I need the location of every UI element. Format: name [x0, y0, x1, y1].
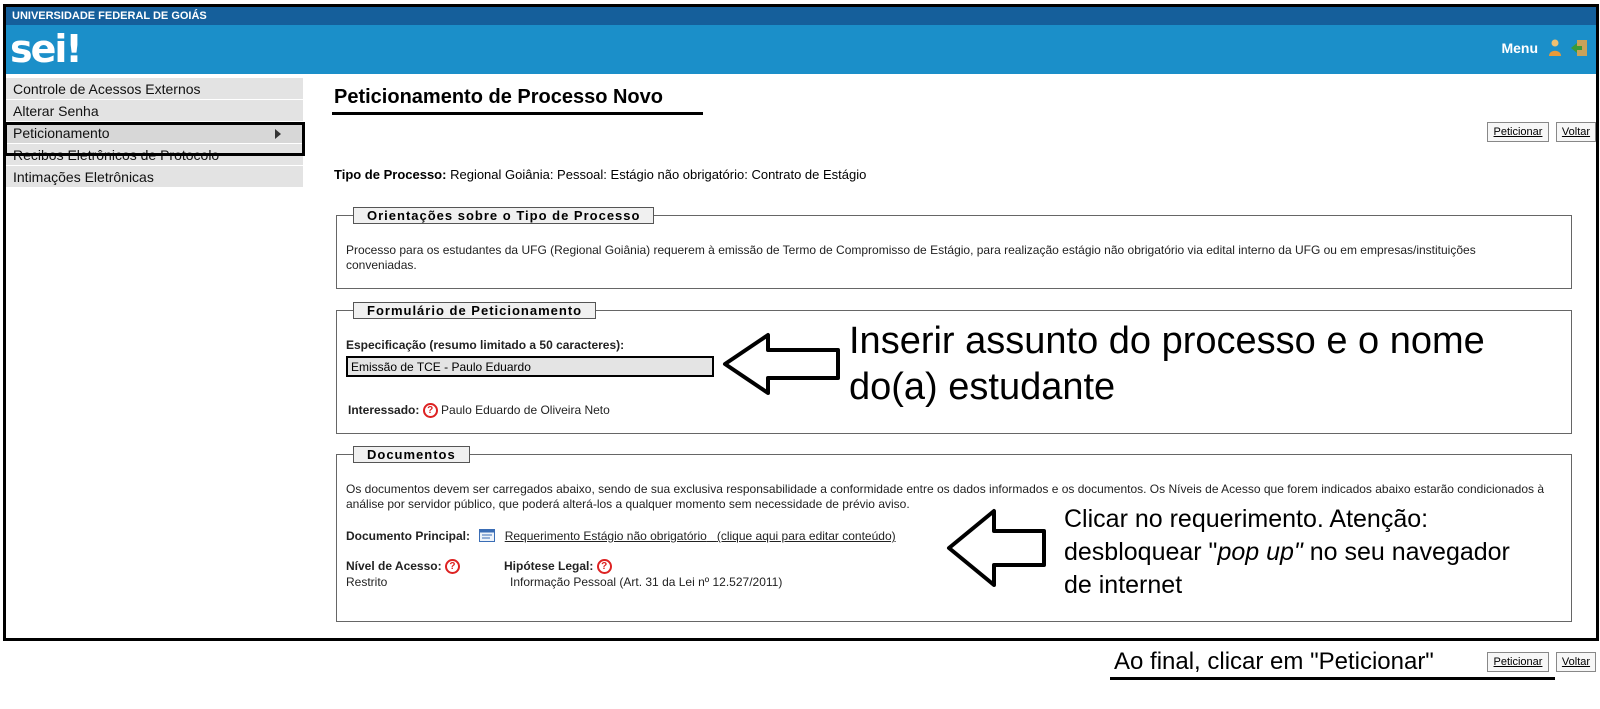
- document-icon: [479, 529, 496, 542]
- voltar-button-bottom[interactable]: Voltar: [1556, 652, 1596, 672]
- hipotese-legal-label-row: Hipótese Legal: ?: [504, 559, 612, 575]
- especificacao-label: Especificação (resumo limitado a 50 cara…: [346, 338, 625, 352]
- hipotese-legal-value: Informação Pessoal (Art. 31 da Lei nº 12…: [510, 575, 783, 589]
- interessado-value: Paulo Eduardo de Oliveira Neto: [441, 403, 610, 417]
- documento-principal-label: Documento Principal:: [346, 529, 471, 543]
- exit-icon[interactable]: [1570, 39, 1588, 57]
- arrow-left-icon: [947, 509, 1046, 587]
- documento-principal-edit-text: (clique aqui para editar conteúdo): [716, 529, 896, 543]
- sidebar-item-alterar-senha[interactable]: Alterar Senha: [6, 100, 303, 122]
- annotation-specification: Inserir assunto do processo e o nome do(…: [849, 320, 1485, 408]
- nivel-acesso-value: Restrito: [346, 575, 388, 589]
- especificacao-input[interactable]: [346, 356, 714, 377]
- interessado-row: Interessado: ? Paulo Eduardo de Oliveira…: [348, 403, 610, 419]
- sidebar-item-label: Intimações Eletrônicas: [13, 169, 154, 185]
- documentos-legend: Documentos: [353, 446, 470, 463]
- sidebar-item-label: Alterar Senha: [13, 103, 99, 119]
- nivel-acesso-label-row: Nível de Acesso: ?: [346, 559, 460, 575]
- user-icon[interactable]: [1548, 39, 1562, 57]
- annotation-underline: [1110, 677, 1555, 680]
- page-title: Peticionamento de Processo Novo: [334, 86, 663, 108]
- sei-logo[interactable]: sei!: [10, 28, 83, 70]
- sidebar-item-controle-acessos[interactable]: Controle de Acessos Externos: [6, 78, 303, 100]
- sidebar-item-label: Controle de Acessos Externos: [13, 81, 201, 97]
- tipo-processo-label: Tipo de Processo:: [334, 167, 447, 182]
- orientacoes-text: Processo para os estudantes da UFG (Regi…: [346, 243, 1476, 272]
- interessado-label: Interessado:: [348, 403, 420, 417]
- annotation-final: Ao final, clicar em "Peticionar": [1114, 648, 1434, 675]
- help-icon[interactable]: ?: [444, 559, 460, 575]
- annotation-document: Clicar no requerimento. Atenção: desbloq…: [1064, 503, 1584, 602]
- help-icon[interactable]: ?: [422, 403, 438, 419]
- documento-principal-link[interactable]: Requerimento Estágio não obrigatório (cl…: [505, 529, 896, 543]
- nivel-acesso-label: Nível de Acesso:: [346, 559, 442, 573]
- annotation-italic-text: pop up": [1217, 538, 1303, 566]
- documento-principal-row: Documento Principal: Requerimento Estági…: [346, 529, 896, 544]
- help-icon[interactable]: ?: [596, 559, 612, 575]
- sidebar-item-intimacoes[interactable]: Intimações Eletrônicas: [6, 166, 303, 188]
- formulario-legend: Formulário de Peticionamento: [353, 302, 597, 319]
- annotation-document-line-3: de internet: [1064, 571, 1183, 599]
- arrow-left-icon: [723, 333, 840, 395]
- university-name: UNIVERSIDADE FEDERAL DE GOIÁS: [12, 10, 207, 22]
- annotation-text: no seu navegador: [1302, 538, 1510, 566]
- annotation-document-line-1: Clicar no requerimento. Atenção:: [1064, 505, 1429, 533]
- highlight-box: [4, 122, 305, 156]
- voltar-button[interactable]: Voltar: [1556, 122, 1596, 142]
- peticionar-button[interactable]: Peticionar: [1487, 122, 1549, 142]
- annotation-document-line-2: desbloquear "pop up" no seu navegador: [1064, 536, 1584, 569]
- title-underline: [332, 112, 703, 115]
- tipo-processo: Tipo de Processo: Regional Goiânia: Pess…: [334, 167, 866, 182]
- hipotese-legal-label: Hipótese Legal:: [504, 559, 594, 573]
- annotation-text: desbloquear ": [1064, 538, 1218, 566]
- university-bar: UNIVERSIDADE FEDERAL DE GOIÁS: [6, 7, 1596, 25]
- app-header: sei! Menu: [6, 25, 1596, 74]
- orientacoes-legend: Orientações sobre o Tipo de Processo: [353, 207, 655, 224]
- documento-principal-link-text: Requerimento Estágio não obrigatório: [504, 529, 707, 543]
- orientacoes-fieldset: Orientações sobre o Tipo de Processo Pro…: [336, 207, 1572, 289]
- tipo-processo-value: Regional Goiânia: Pessoal: Estágio não o…: [450, 167, 867, 182]
- peticionar-button-bottom[interactable]: Peticionar: [1487, 652, 1549, 672]
- menu-button[interactable]: Menu: [1501, 40, 1538, 56]
